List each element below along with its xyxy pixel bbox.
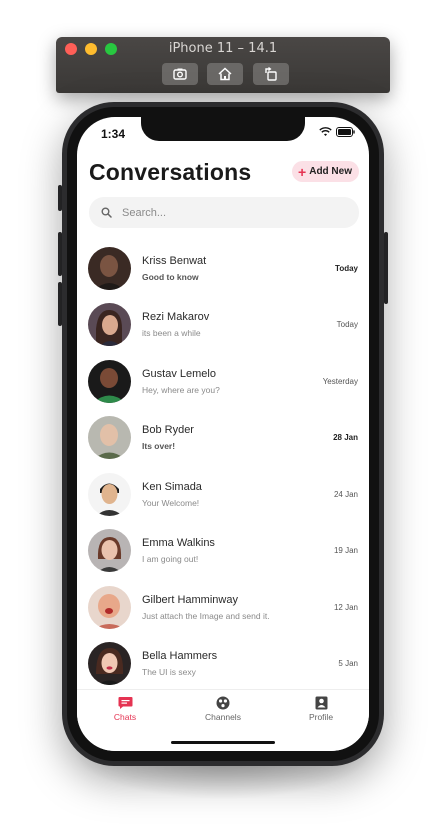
home-indicator[interactable] <box>171 741 275 744</box>
add-new-button[interactable]: + Add New <box>292 161 359 182</box>
message-date: Yesterday <box>322 377 358 386</box>
channels-icon <box>216 696 230 710</box>
last-message: I am going out! <box>142 554 199 564</box>
last-message: The UI is sexy <box>142 667 196 677</box>
rotate-button[interactable] <box>253 63 289 85</box>
last-message: Good to know <box>142 272 199 282</box>
contact-name: Gustav Lemelo <box>142 368 216 380</box>
battery-icon <box>336 127 355 137</box>
avatar <box>88 586 131 629</box>
page-title: Conversations <box>89 159 252 185</box>
message-date: 28 Jan <box>333 433 358 442</box>
home-icon <box>218 67 232 81</box>
avatar <box>88 473 131 516</box>
conversation-row[interactable]: Bob Ryder Its over! 28 Jan <box>77 411 369 467</box>
last-message: Its over! <box>142 441 176 451</box>
message-date: 19 Jan <box>333 546 358 555</box>
message-date: Today <box>336 320 358 329</box>
search-icon <box>101 207 112 218</box>
last-message: Hey, where are you? <box>142 385 220 395</box>
avatar <box>88 303 131 346</box>
last-message: its been a while <box>142 328 201 338</box>
contact-name: Kriss Benwat <box>142 255 207 267</box>
message-date: 5 Jan <box>338 659 358 668</box>
notch <box>141 117 305 141</box>
status-icons <box>319 127 355 137</box>
power-button <box>384 232 388 304</box>
conversation-row[interactable]: Emma Walkins I am going out! 19 Jan <box>77 524 369 580</box>
last-message: Just attach the Image and send it. <box>142 611 270 621</box>
camera-icon <box>173 68 187 80</box>
contact-name: Bella Hammers <box>142 650 218 662</box>
tab-channels-label: Channels <box>205 712 241 722</box>
contact-name: Rezi Makarov <box>142 311 210 323</box>
tab-profile-label: Profile <box>308 712 334 722</box>
avatar <box>88 529 131 572</box>
contact-name: Bob Ryder <box>142 424 194 436</box>
tab-channels[interactable]: Channels <box>183 696 263 722</box>
search-placeholder: Search... <box>122 206 167 219</box>
app-screen: 1:34 Conversations + Add New Search... K… <box>77 117 369 751</box>
rotate-icon <box>265 67 277 81</box>
simulator-title: iPhone 11 – 14.1 <box>168 41 278 56</box>
message-date: 12 Jan <box>333 603 358 612</box>
conversation-row[interactable]: Ken Simada Your Welcome! 24 Jan <box>77 468 369 524</box>
add-new-label: Add New <box>309 166 352 177</box>
message-date: Today <box>335 264 358 273</box>
search-input[interactable]: Search... <box>89 197 359 228</box>
screenshot-button[interactable] <box>162 63 198 85</box>
contact-name: Emma Walkins <box>142 537 215 549</box>
status-time: 1:34 <box>101 127 126 141</box>
avatar <box>88 360 131 403</box>
tab-chats[interactable]: Chats <box>85 696 165 722</box>
tab-chats-label: Chats <box>113 712 137 722</box>
conversation-row[interactable]: Gustav Lemelo Hey, where are you? Yester… <box>77 355 369 411</box>
last-message: Your Welcome! <box>142 498 200 508</box>
avatar <box>88 416 131 459</box>
contact-name: Gilbert Hamminway <box>142 594 238 606</box>
plus-icon: + <box>298 163 307 180</box>
contact-name: Ken Simada <box>142 481 202 493</box>
home-button[interactable] <box>207 63 243 85</box>
conversation-row[interactable]: Rezi Makarov its been a while Today <box>77 298 369 354</box>
simulator-toolbar: iPhone 11 – 14.1 <box>56 37 390 93</box>
chat-icon <box>118 697 132 709</box>
message-date: 24 Jan <box>333 490 358 499</box>
conversation-row[interactable]: Kriss Benwat Good to know Today <box>77 242 369 298</box>
wifi-icon <box>319 127 332 136</box>
avatar <box>88 247 131 290</box>
tab-profile[interactable]: Profile <box>281 696 361 722</box>
avatar <box>88 642 131 685</box>
conversation-row[interactable]: Gilbert Hamminway Just attach the Image … <box>77 581 369 637</box>
conversation-row[interactable]: Bella Hammers The UI is sexy 5 Jan <box>77 637 369 693</box>
profile-icon <box>315 696 327 710</box>
